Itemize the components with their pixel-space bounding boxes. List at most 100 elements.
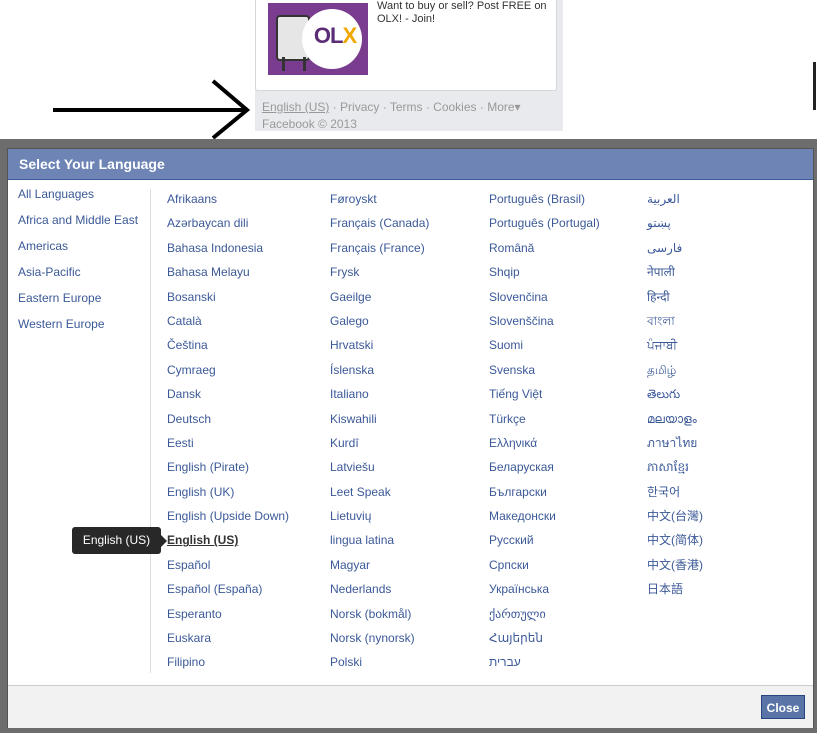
close-button[interactable]: Close [761,695,805,719]
language-link[interactable]: 中文(台灣) [647,509,703,533]
language-link[interactable]: Српски [489,558,600,582]
tooltip-tail [161,535,167,547]
language-link[interactable]: Čeština [167,338,289,362]
language-link[interactable]: lingua latina [330,533,429,557]
language-link[interactable]: Galego [330,314,429,338]
language-link[interactable]: Polski [330,655,429,679]
language-link[interactable]: ქართული [489,607,600,631]
category-list: All Languages Africa and Middle East Ame… [18,187,153,343]
dialog-title: Select Your Language [8,149,813,180]
language-link[interactable]: English (UK) [167,485,289,509]
language-link[interactable]: Euskara [167,631,289,655]
language-link[interactable]: Nederlands [330,582,429,606]
language-link[interactable]: Filipino [167,655,289,679]
language-link[interactable]: Azərbaycan dili [167,216,289,240]
language-link[interactable]: Bosanski [167,290,289,314]
arrow-right-icon [53,79,251,140]
language-link[interactable]: नेपाली [647,265,703,289]
language-link[interactable]: Português (Portugal) [489,216,600,240]
olx-logo-text: OLX [313,23,357,48]
language-link[interactable]: Français (France) [330,241,429,265]
language-link[interactable]: Frysk [330,265,429,289]
language-link[interactable]: Українська [489,582,600,606]
footer-link-more[interactable]: More [487,100,514,114]
language-link[interactable]: 한국어 [647,485,703,509]
language-link[interactable]: Cymraeg [167,363,289,387]
language-link[interactable]: Kurdî [330,436,429,460]
language-link[interactable]: ਪੰਜਾਬੀ [647,338,703,362]
language-link[interactable]: 中文(香港) [647,558,703,582]
language-link[interactable]: پښتو [647,216,703,240]
language-link[interactable]: Русский [489,533,600,557]
language-link[interactable]: Български [489,485,600,509]
language-link[interactable]: Italiano [330,387,429,411]
category-all-languages[interactable]: All Languages [18,187,153,213]
dialog-footer: Close [8,685,813,728]
language-link[interactable]: Slovenčina [489,290,600,314]
language-link[interactable]: فارسی [647,241,703,265]
category-divider [150,189,151,673]
language-link[interactable]: Türkçe [489,412,600,436]
language-link[interactable]: Føroyskt [330,192,429,216]
category-western-europe[interactable]: Western Europe [18,317,153,343]
footer-link-english-us[interactable]: English (US) [262,100,329,114]
language-link[interactable]: Tiếng Việt [489,387,600,411]
language-column-2: Føroyskt Français (Canada) Français (Fra… [330,192,429,680]
language-link[interactable]: हिन्दी [647,290,703,314]
category-asia-pacific[interactable]: Asia-Pacific [18,265,153,291]
footer-link-cookies[interactable]: Cookies [433,100,476,114]
language-link[interactable]: Bahasa Melayu [167,265,289,289]
language-link[interactable]: Հայերեն [489,631,600,655]
language-link[interactable]: Català [167,314,289,338]
language-link[interactable]: Afrikaans [167,192,289,216]
category-eastern-europe[interactable]: Eastern Europe [18,291,153,317]
language-link[interactable]: Bahasa Indonesia [167,241,289,265]
language-link[interactable]: Íslenska [330,363,429,387]
language-link[interactable]: 中文(简体) [647,533,703,557]
language-link[interactable]: বাংলা [647,314,703,338]
language-link[interactable]: മലയാളം [647,412,703,436]
language-link[interactable]: Esperanto [167,607,289,631]
language-link[interactable]: Kiswahili [330,412,429,436]
footer-link-terms[interactable]: Terms [390,100,423,114]
footer-link-privacy[interactable]: Privacy [340,100,379,114]
language-link[interactable]: Magyar [330,558,429,582]
category-africa-middle-east[interactable]: Africa and Middle East [18,213,153,239]
language-link[interactable]: தமிழ் [647,363,703,387]
ad-text[interactable]: Want to buy or sell? Post FREE on OLX! -… [377,0,547,26]
language-link[interactable]: Latviešu [330,460,429,484]
language-link[interactable]: Ελληνικά [489,436,600,460]
language-link[interactable]: Slovenščina [489,314,600,338]
language-link[interactable]: Македонски [489,509,600,533]
language-link[interactable]: English (Pirate) [167,460,289,484]
language-link[interactable]: Română [489,241,600,265]
language-link[interactable]: Shqip [489,265,600,289]
language-link[interactable]: Español (España) [167,582,289,606]
language-link[interactable]: Español [167,558,289,582]
language-link[interactable]: العربية [647,192,703,216]
language-link[interactable]: Dansk [167,387,289,411]
language-link[interactable]: Leet Speak [330,485,429,509]
language-link[interactable]: Eesti [167,436,289,460]
language-link[interactable]: Português (Brasil) [489,192,600,216]
language-link[interactable]: עברית [489,655,600,679]
language-link-selected[interactable]: English (US) [167,533,289,557]
language-link[interactable]: Gaeilge [330,290,429,314]
language-link[interactable]: Norsk (nynorsk) [330,631,429,655]
language-link[interactable]: తెలుగు [647,387,703,411]
language-link[interactable]: ភាសាខ្មែរ [647,460,703,484]
language-link[interactable]: 日本語 [647,582,703,606]
language-link[interactable]: Hrvatski [330,338,429,362]
olx-logo[interactable]: OLX [268,3,368,75]
language-link[interactable]: Français (Canada) [330,216,429,240]
language-link[interactable]: ภาษาไทย [647,436,703,460]
ad-box[interactable]: OLX Want to buy or sell? Post FREE on OL… [255,0,557,91]
language-link[interactable]: Norsk (bokmål) [330,607,429,631]
language-link[interactable]: Svenska [489,363,600,387]
category-americas[interactable]: Americas [18,239,153,265]
language-link[interactable]: English (Upside Down) [167,509,289,533]
language-link[interactable]: Беларуская [489,460,600,484]
language-link[interactable]: Suomi [489,338,600,362]
language-link[interactable]: Deutsch [167,412,289,436]
language-link[interactable]: Lietuvių [330,509,429,533]
